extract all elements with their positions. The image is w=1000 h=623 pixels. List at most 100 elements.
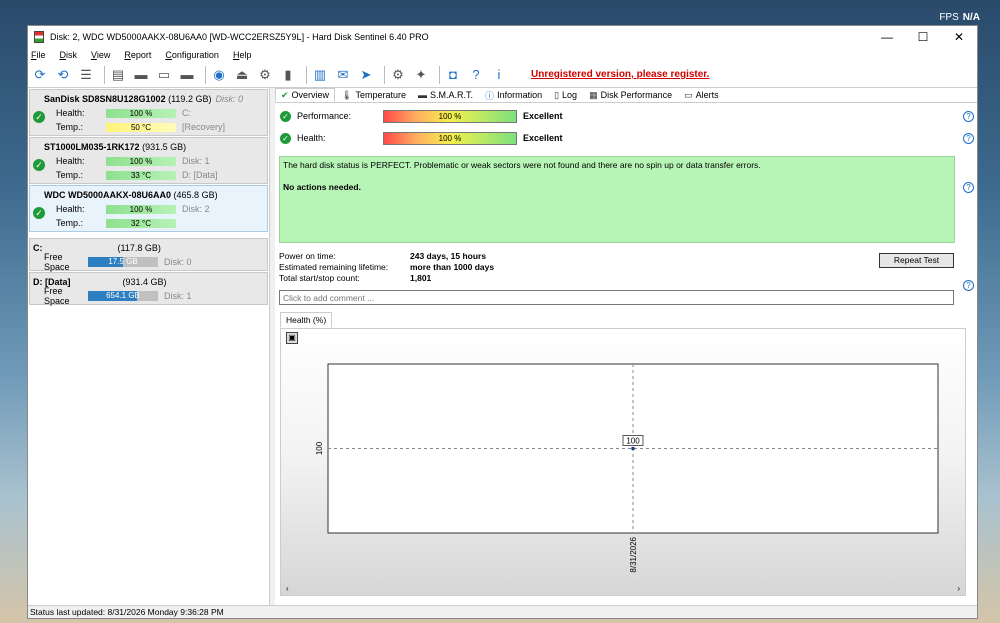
toolbar-divider — [384, 65, 385, 84]
free-space-label: Free Space — [44, 286, 70, 306]
temp-label: Temp.: — [56, 170, 84, 180]
surface-test-icon[interactable]: ▬ — [132, 66, 150, 84]
log-icon: ▯ — [554, 89, 560, 100]
alert-icon: ▭ — [684, 89, 693, 100]
comment-input[interactable] — [279, 290, 954, 305]
tools-icon[interactable]: ✦ — [412, 66, 430, 84]
help-icon[interactable]: ? — [963, 280, 974, 291]
usb-icon[interactable]: ⚙ — [256, 66, 274, 84]
menu-configuration[interactable]: Configuration — [165, 50, 219, 60]
disk-size: (931.5 GB) — [142, 142, 187, 152]
horizontal-scrollbar[interactable]: ‹ › — [281, 584, 965, 595]
performance-row: ✓ Performance: 100 % Excellent ? — [275, 105, 977, 127]
volume-name: C: — [33, 243, 43, 253]
toolbar-divider — [306, 65, 307, 84]
volume-entry-c[interactable]: C: (117.8 GB) Free Space 17.5 GB Disk: 0 — [29, 238, 268, 272]
toolbar-divider — [104, 65, 105, 84]
scroll-right-icon[interactable]: › — [957, 584, 960, 593]
health-bar: 100 % — [106, 204, 176, 214]
disk-aux: [Recovery] — [182, 122, 226, 132]
tab-log[interactable]: ▯ Log — [548, 88, 583, 102]
disk-entry-1[interactable]: ST1000LM035-1RK172 (931.5 GB) ✓ Health: 1… — [29, 137, 268, 184]
health-bar: 100 % — [383, 131, 517, 145]
status-text: The hard disk status is PERFECT. Problem… — [283, 160, 761, 170]
disk-aux: C: — [182, 108, 191, 118]
disk-test-icon[interactable]: ▤ — [109, 66, 127, 84]
disk-name: SanDisk SD8SN8U128G1002 — [44, 94, 166, 104]
check-icon: ✔ — [281, 89, 289, 100]
disk-aux: D: [Data] — [182, 170, 218, 180]
menu-file[interactable]: File — [31, 50, 46, 60]
lifetime-label: Estimated remaining lifetime: — [279, 262, 389, 272]
menu-help[interactable]: Help — [233, 50, 252, 60]
performance-rating: Excellent — [523, 111, 563, 121]
power-on-label: Power on time: — [279, 251, 336, 261]
menu-view[interactable]: View — [91, 50, 110, 60]
volume-size: (931.4 GB) — [122, 277, 167, 287]
screenshot-icon[interactable]: ◘ — [444, 66, 462, 84]
toolbar: ⟳ ⟲ ☰ ▤ ▬ ▭ ▬ ◉ ⏏ ⚙ ▮ ▥ ✉ ➤ ⚙ ✦ ◘ ? i Un… — [28, 62, 977, 88]
temp-bar: 33 °C — [106, 170, 176, 180]
menu-report[interactable]: Report — [124, 50, 151, 60]
fps-overlay: FPS N/A — [939, 12, 980, 23]
app-window: Disk: 2, WDC WD5000AAKX-08U6AA0 [WD-WCC2… — [27, 25, 978, 619]
disk-aux: Disk: 1 — [182, 156, 210, 166]
performance-label: Performance: — [297, 111, 352, 121]
title-bar: Disk: 2, WDC WD5000AAKX-08U6AA0 [WD-WCC2… — [28, 26, 977, 48]
disk-list-icon[interactable]: ☰ — [77, 66, 95, 84]
performance-bar: 100 % — [383, 109, 517, 123]
disk-check-icon[interactable]: ▭ — [155, 66, 173, 84]
y-tick-label: 100 — [315, 441, 324, 455]
help-icon[interactable]: ? — [963, 182, 974, 193]
refresh-all-icon[interactable]: ⟲ — [54, 66, 72, 84]
help-icon[interactable]: ? — [963, 110, 974, 122]
drive-icon[interactable]: ▮ — [279, 66, 297, 84]
help-icon[interactable]: ? — [467, 66, 485, 84]
data-label: 100 — [626, 437, 640, 446]
startstop-value: 1,801 — [410, 273, 432, 283]
tab-overview[interactable]: ✔ Overview — [275, 88, 336, 102]
repeat-test-button[interactable]: Repeat Test — [879, 253, 954, 268]
info-icon: ⓘ — [485, 90, 495, 101]
save-icon[interactable]: ▣ — [286, 332, 298, 344]
health-rating: Excellent — [523, 133, 563, 143]
register-link[interactable]: Unregistered version, please register. — [531, 69, 709, 80]
maximize-button[interactable]: ☐ — [905, 26, 941, 48]
status-description: The hard disk status is PERFECT. Problem… — [279, 156, 955, 243]
refresh-icon[interactable]: ⟳ — [31, 66, 49, 84]
help-icon[interactable]: ? — [963, 132, 974, 144]
tab-health-chart[interactable]: Health (%) — [280, 312, 333, 328]
tab-temperature[interactable]: 🌡 Temperature — [335, 88, 412, 102]
temp-label: Temp.: — [56, 122, 84, 132]
disk-settings-icon[interactable]: ▬ — [178, 66, 196, 84]
tab-information[interactable]: ⓘ Information — [479, 88, 548, 102]
email-icon[interactable]: ✉ — [334, 66, 352, 84]
tab-smart[interactable]: ▬ S.M.A.R.T. — [412, 88, 479, 102]
scroll-left-icon[interactable]: ‹ — [286, 584, 289, 593]
report-icon[interactable]: ▥ — [311, 66, 329, 84]
menu-disk[interactable]: Disk — [60, 50, 78, 60]
toolbar-divider — [439, 65, 440, 84]
temp-label: Temp.: — [56, 218, 84, 228]
backup-icon[interactable]: ◉ — [210, 66, 228, 84]
tab-alerts[interactable]: ▭ Alerts — [678, 88, 725, 102]
send-icon[interactable]: ➤ — [357, 66, 375, 84]
tab-disk-performance[interactable]: ▦ Disk Performance — [583, 88, 678, 102]
app-logo-icon — [34, 31, 44, 43]
minimize-button[interactable]: — — [869, 26, 905, 48]
volume-entry-d[interactable]: D: [Data] (931.4 GB) Free Space 654.1 GB Di… — [29, 272, 268, 306]
info-icon[interactable]: i — [490, 66, 508, 84]
close-button[interactable]: ✕ — [941, 26, 977, 48]
gear-icon[interactable]: ⚙ — [389, 66, 407, 84]
check-icon: ✓ — [280, 132, 291, 144]
check-icon: ✓ — [33, 159, 45, 171]
free-space-bar: 17.5 GB — [88, 257, 158, 267]
health-label: Health: — [297, 133, 326, 143]
performance-icon: ▦ — [589, 89, 598, 100]
disk-entry-2[interactable]: WDC WD5000AAKX-08U6AA0 (465.8 GB) ✓ Heal… — [29, 185, 268, 232]
disk-entry-0[interactable]: SanDisk SD8SN8U128G1002 (119.2 GB) Disk: … — [29, 89, 268, 136]
free-space-bar: 654.1 GB — [88, 291, 158, 301]
volume-disk: Disk: 0 — [164, 257, 192, 267]
disk-panel: SanDisk SD8SN8U128G1002 (119.2 GB) Disk: … — [28, 88, 270, 606]
eject-icon[interactable]: ⏏ — [233, 66, 251, 84]
